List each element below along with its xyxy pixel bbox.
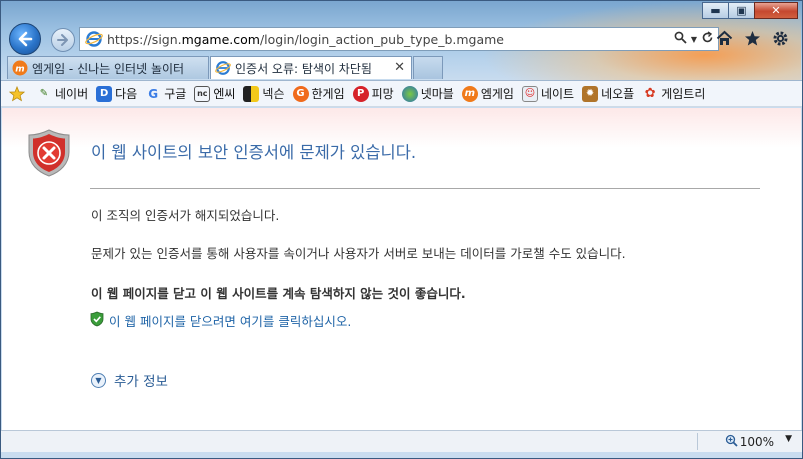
favorite-nate[interactable]: ☺ 네이트 bbox=[521, 85, 574, 102]
favorite-mgame[interactable]: m 엠게임 bbox=[461, 85, 514, 102]
zoom-icon bbox=[725, 434, 738, 450]
tab-label: 엠게임 - 신나는 인터넷 놀이터 bbox=[32, 61, 185, 76]
address-tools: ▼ bbox=[674, 31, 714, 47]
revoked-message: 이 조직의 인증서가 해지되었습니다. bbox=[91, 208, 280, 223]
status-separator bbox=[697, 433, 698, 450]
back-button[interactable] bbox=[9, 23, 41, 55]
browser-toolbar-icons bbox=[715, 29, 789, 47]
favorites-star[interactable] bbox=[9, 85, 28, 102]
favorite-google[interactable]: G 구글 bbox=[145, 85, 186, 102]
error-shield-icon bbox=[26, 128, 72, 181]
browser-window: ▬ ▣ ✕ https://sign.mgame.com/login/login… bbox=[0, 0, 803, 459]
favorite-neople[interactable]: ✹ 네오플 bbox=[582, 85, 634, 102]
tab-certificate-error[interactable]: 인증서 오류: 탐색이 차단됨 ✕ bbox=[210, 56, 412, 79]
pmang-icon: P bbox=[352, 85, 369, 102]
navigation-bar: https://sign.mgame.com/login/login_actio… bbox=[7, 23, 797, 55]
home-icon[interactable] bbox=[715, 29, 733, 47]
mgame-icon: m bbox=[12, 60, 28, 76]
search-icon[interactable] bbox=[674, 31, 687, 47]
nate-icon: ☺ bbox=[521, 85, 538, 102]
zoom-value: 100% bbox=[739, 435, 774, 449]
neople-icon: ✹ bbox=[582, 85, 599, 102]
favorite-daum[interactable]: D 다음 bbox=[96, 85, 137, 102]
nexon-icon bbox=[243, 85, 260, 102]
zoom-level-button[interactable]: 100% bbox=[725, 434, 774, 450]
window-caption-buttons: ▬ ▣ ✕ bbox=[702, 2, 798, 19]
forward-arrow-icon bbox=[57, 34, 68, 46]
gametree-icon: ✿ bbox=[644, 86, 656, 101]
status-bar: 100% ▼ bbox=[1, 430, 802, 452]
address-url: https://sign.mgame.com/login/login_actio… bbox=[107, 31, 504, 47]
forward-button[interactable] bbox=[51, 28, 75, 52]
favorite-ncsoft[interactable]: nc 엔씨 bbox=[194, 85, 235, 102]
close-page-link[interactable]: 이 웹 페이지를 닫으려면 여기를 클릭하십시오. bbox=[90, 311, 351, 330]
address-bar[interactable]: https://sign.mgame.com/login/login_actio… bbox=[79, 27, 719, 51]
hangame-icon: G bbox=[292, 85, 309, 102]
more-info-label[interactable]: 추가 정보 bbox=[114, 370, 168, 390]
favorite-pmang[interactable]: P 피망 bbox=[352, 85, 394, 102]
ie-logo-icon bbox=[215, 61, 231, 75]
page-content: 이 웹 사이트의 보안 인증서에 문제가 있습니다. 이 조직의 인증서가 해지… bbox=[2, 108, 801, 430]
back-arrow-icon bbox=[18, 31, 33, 47]
recommendation-message: 이 웹 페이지를 닫고 이 웹 사이트를 계속 탐색하지 않는 것이 좋습니다. bbox=[91, 286, 466, 301]
favorite-hangame[interactable]: G 한게임 bbox=[292, 85, 345, 102]
close-window-button[interactable]: ✕ bbox=[754, 2, 798, 19]
ncsoft-icon: nc bbox=[194, 85, 211, 102]
favorites-star-icon bbox=[9, 85, 25, 102]
tab-label: 인증서 오류: 탐색이 차단됨 bbox=[235, 61, 372, 76]
settings-gear-icon[interactable] bbox=[771, 29, 789, 47]
new-tab-button[interactable] bbox=[413, 56, 443, 79]
maximize-button[interactable]: ▣ bbox=[728, 2, 755, 19]
more-info-toggle[interactable]: ▼ 추가 정보 bbox=[91, 370, 168, 390]
tab-mgame[interactable]: m 엠게임 - 신나는 인터넷 놀이터 bbox=[7, 56, 209, 79]
favorite-naver[interactable]: ✎ 네이버 bbox=[36, 85, 88, 102]
naver-icon: ✎ bbox=[39, 88, 49, 99]
favorites-bar: ✎ 네이버 D 다음 G 구글 nc 엔씨 넥슨 G 한게임 P 피망 넷마블 … bbox=[1, 80, 802, 107]
svg-text:m: m bbox=[15, 65, 24, 75]
favorite-gametree[interactable]: ✿ 게임트리 bbox=[642, 85, 706, 102]
chevron-down-icon: ▼ bbox=[91, 372, 106, 388]
tab-strip: m 엠게임 - 신나는 인터넷 놀이터 인증서 오류: 탐색이 차단됨 ✕ bbox=[7, 56, 797, 79]
close-page-link-text[interactable]: 이 웹 페이지를 닫으려면 여기를 클릭하십시오. bbox=[109, 311, 351, 330]
page-title: 이 웹 사이트의 보안 인증서에 문제가 있습니다. bbox=[91, 143, 417, 162]
favorites-star-icon[interactable] bbox=[743, 29, 761, 47]
divider bbox=[90, 188, 760, 189]
favorite-netmarble[interactable]: 넷마블 bbox=[401, 85, 454, 102]
google-icon: G bbox=[148, 86, 159, 101]
ie-logo-icon bbox=[85, 31, 103, 47]
daum-icon: D bbox=[96, 85, 113, 102]
risk-message: 문제가 있는 인증서를 통해 사용자를 속이거나 사용자가 서버로 보내는 데이… bbox=[91, 246, 626, 261]
green-shield-icon bbox=[90, 311, 104, 330]
minimize-button[interactable]: ▬ bbox=[702, 2, 729, 19]
close-tab-icon[interactable]: ✕ bbox=[394, 60, 405, 75]
favorite-nexon[interactable]: 넥슨 bbox=[243, 85, 285, 102]
refresh-icon[interactable] bbox=[701, 31, 714, 47]
dropdown-icon[interactable]: ▼ bbox=[691, 35, 697, 44]
mgame-icon: m bbox=[461, 85, 478, 102]
zoom-dropdown-icon[interactable]: ▼ bbox=[785, 434, 792, 444]
netmarble-icon bbox=[401, 85, 418, 102]
